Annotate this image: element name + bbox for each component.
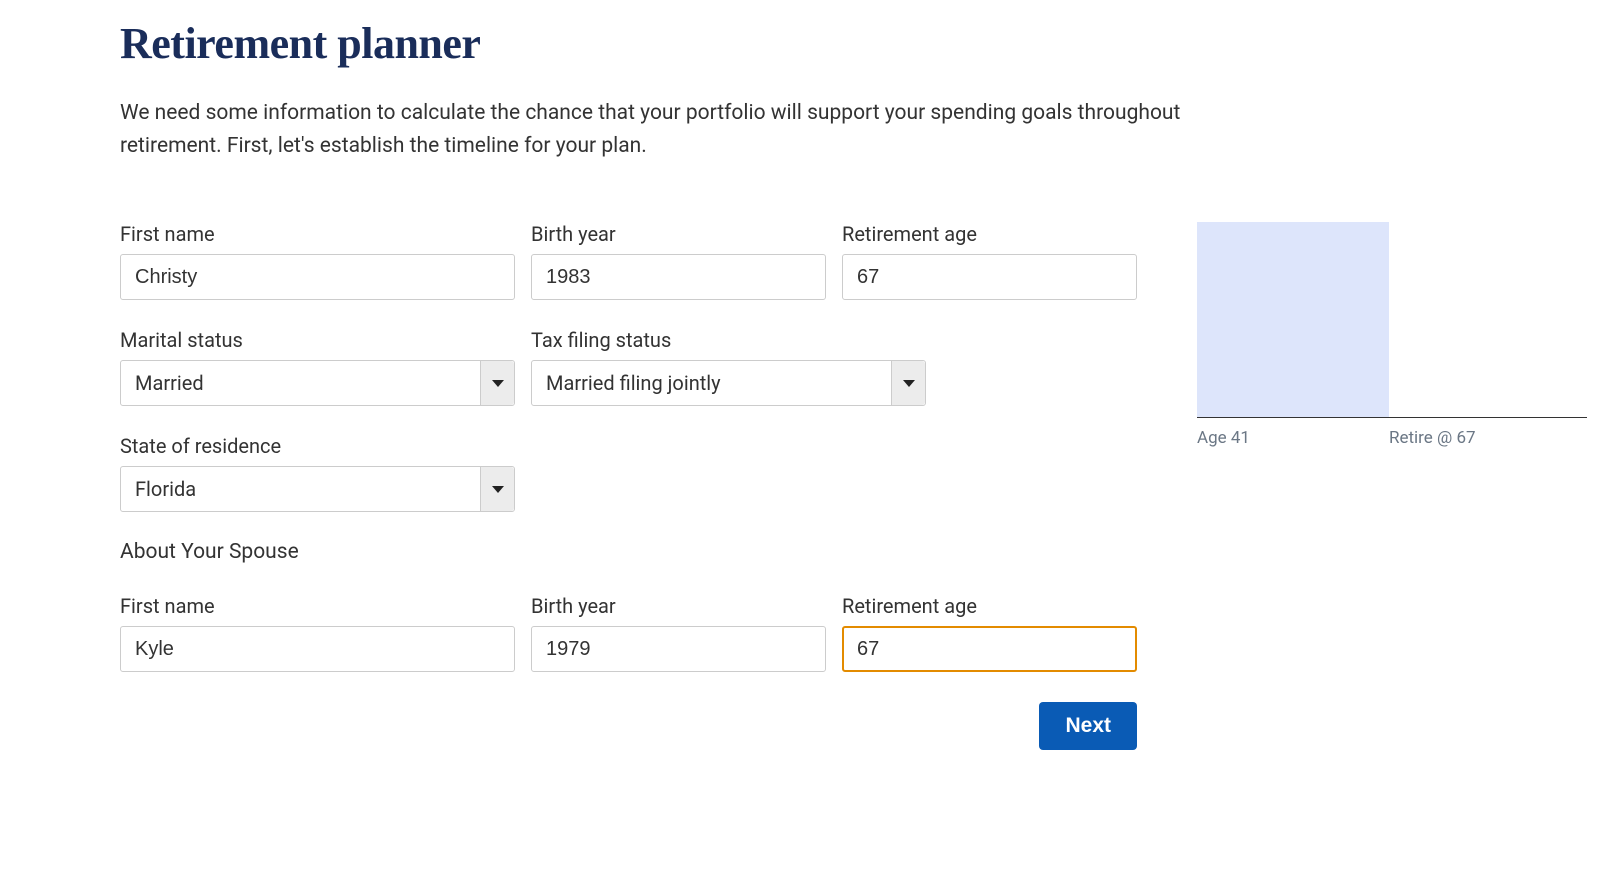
label-tax-filing: Tax filing status — [531, 328, 926, 352]
form-column: First name Birth year Retirement age Mar… — [120, 222, 1137, 750]
row-personal: First name Birth year Retirement age — [120, 222, 1137, 300]
field-tax-filing: Tax filing status Married filing jointly — [531, 328, 926, 406]
spouse-birth-year-input[interactable] — [531, 626, 826, 672]
field-spouse-birth-year: Birth year — [531, 594, 826, 672]
label-retirement-age: Retirement age — [842, 222, 1137, 246]
first-name-input[interactable] — [120, 254, 515, 300]
field-spouse-first-name: First name — [120, 594, 515, 672]
label-spouse-birth-year: Birth year — [531, 594, 826, 618]
field-first-name: First name — [120, 222, 515, 300]
next-button[interactable]: Next — [1039, 702, 1137, 750]
timeline-axis — [1197, 417, 1587, 418]
field-birth-year: Birth year — [531, 222, 826, 300]
row-status: Marital status Married Tax filing status… — [120, 328, 1137, 406]
state-dropdown-button[interactable] — [480, 467, 514, 511]
tax-filing-value: Married filing jointly — [532, 371, 891, 395]
spouse-retirement-age-input[interactable] — [842, 626, 1137, 672]
content-row: First name Birth year Retirement age Mar… — [120, 222, 1480, 750]
caret-down-icon — [492, 380, 504, 387]
field-state: State of residence Florida — [120, 434, 515, 512]
birth-year-input[interactable] — [531, 254, 826, 300]
timeline-age-label: Age 41 — [1197, 428, 1250, 448]
marital-status-value: Married — [121, 371, 480, 395]
state-select[interactable]: Florida — [120, 466, 515, 512]
label-marital-status: Marital status — [120, 328, 515, 352]
retirement-age-input[interactable] — [842, 254, 1137, 300]
timeline-column: Age 41 Retire @ 67 — [1197, 222, 1587, 422]
timeline-band — [1197, 222, 1389, 417]
spouse-first-name-input[interactable] — [120, 626, 515, 672]
actions-row: Next — [120, 702, 1137, 750]
field-spouse-retirement-age: Retirement age — [842, 594, 1137, 672]
intro-text: We need some information to calculate th… — [120, 97, 1280, 162]
label-birth-year: Birth year — [531, 222, 826, 246]
tax-filing-dropdown-button[interactable] — [891, 361, 925, 405]
row-state: State of residence Florida — [120, 434, 1137, 512]
label-spouse-retirement-age: Retirement age — [842, 594, 1137, 618]
tax-filing-select[interactable]: Married filing jointly — [531, 360, 926, 406]
caret-down-icon — [903, 380, 915, 387]
label-spouse-first-name: First name — [120, 594, 515, 618]
about-spouse-heading: About Your Spouse — [120, 540, 1137, 564]
timeline-retire-label: Retire @ 67 — [1389, 428, 1476, 448]
timeline-viz: Age 41 Retire @ 67 — [1197, 222, 1587, 422]
field-retirement-age: Retirement age — [842, 222, 1137, 300]
field-marital-status: Marital status Married — [120, 328, 515, 406]
label-state: State of residence — [120, 434, 515, 458]
retirement-planner-page: Retirement planner We need some informat… — [0, 0, 1600, 790]
caret-down-icon — [492, 486, 504, 493]
marital-status-dropdown-button[interactable] — [480, 361, 514, 405]
state-value: Florida — [121, 477, 480, 501]
page-title: Retirement planner — [120, 18, 1480, 69]
label-first-name: First name — [120, 222, 515, 246]
row-spouse: First name Birth year Retirement age — [120, 594, 1137, 672]
marital-status-select[interactable]: Married — [120, 360, 515, 406]
